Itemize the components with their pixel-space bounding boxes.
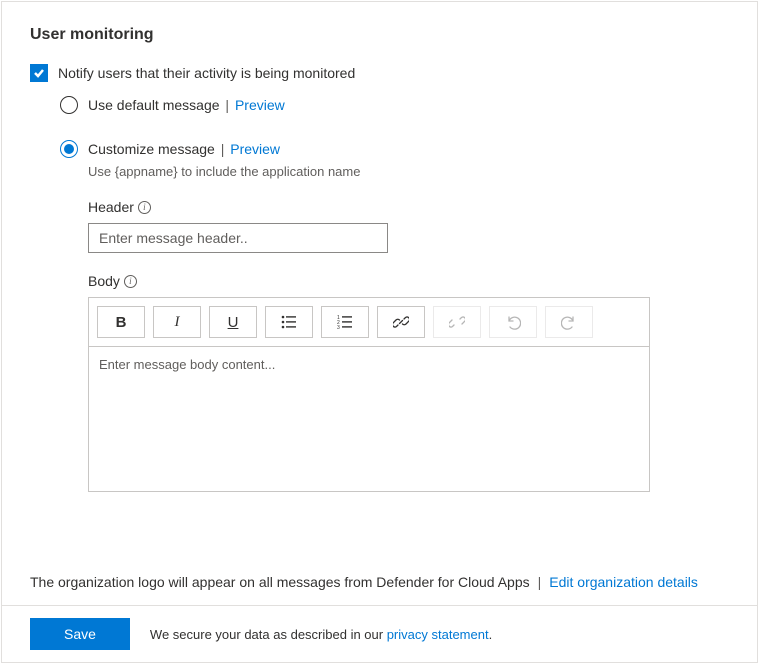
customize-preview-link[interactable]: Preview (230, 141, 280, 157)
default-message-row: Use default message | Preview (60, 96, 729, 114)
link-icon (393, 314, 409, 330)
default-message-label: Use default message (88, 97, 220, 113)
svg-text:3: 3 (337, 325, 340, 330)
radio-dot-icon (64, 144, 74, 154)
user-monitoring-panel: User monitoring Notify users that their … (1, 1, 758, 663)
body-label-text: Body (88, 273, 120, 289)
info-icon[interactable]: i (138, 201, 151, 214)
customize-message-radio[interactable] (60, 140, 78, 158)
notify-label: Notify users that their activity is bein… (58, 65, 355, 81)
link-button[interactable] (377, 306, 425, 338)
numbered-list-icon: 123 (337, 314, 353, 330)
underline-button[interactable]: U (209, 306, 257, 338)
customize-message-row: Customize message | Preview (60, 140, 729, 158)
undo-button (489, 306, 537, 338)
redo-button (545, 306, 593, 338)
underline-icon: U (228, 314, 239, 331)
checkmark-icon (33, 67, 45, 79)
separator: | (538, 574, 542, 590)
default-message-radio[interactable] (60, 96, 78, 114)
undo-icon (505, 314, 521, 330)
org-note-text: The organization logo will appear on all… (30, 574, 530, 590)
separator: | (225, 97, 229, 113)
bold-icon: B (116, 314, 127, 331)
organization-note: The organization logo will appear on all… (30, 574, 729, 590)
italic-button[interactable]: I (153, 306, 201, 338)
edit-organization-link[interactable]: Edit organization details (549, 574, 698, 590)
privacy-statement-link[interactable]: privacy statement (387, 627, 489, 642)
bullet-list-button[interactable] (265, 306, 313, 338)
notify-checkbox[interactable] (30, 64, 48, 82)
notify-checkbox-row: Notify users that their activity is bein… (30, 64, 729, 82)
page-title: User monitoring (30, 26, 729, 44)
message-radio-group: Use default message | Preview Customize … (60, 96, 729, 492)
body-editor[interactable] (88, 347, 650, 492)
privacy-prefix: We secure your data as described in our (150, 627, 387, 642)
info-icon[interactable]: i (124, 275, 137, 288)
header-input[interactable] (88, 223, 388, 253)
footer-bar: Save We secure your data as described in… (2, 605, 757, 662)
privacy-text: We secure your data as described in our … (150, 627, 492, 642)
unlink-icon (449, 314, 465, 330)
save-button[interactable]: Save (30, 618, 130, 650)
privacy-period: . (489, 627, 493, 642)
separator: | (221, 141, 225, 157)
customize-message-label: Customize message (88, 141, 215, 157)
italic-icon: I (175, 314, 180, 331)
numbered-list-button[interactable]: 123 (321, 306, 369, 338)
custom-message-form: Header i Body i B I U 123 (88, 199, 729, 492)
redo-icon (561, 314, 577, 330)
header-label-text: Header (88, 199, 134, 215)
bold-button[interactable]: B (97, 306, 145, 338)
default-preview-link[interactable]: Preview (235, 97, 285, 113)
editor-toolbar: B I U 123 (88, 297, 650, 347)
customize-hint: Use {appname} to include the application… (88, 164, 729, 179)
unlink-button (433, 306, 481, 338)
header-field-label: Header i (88, 199, 729, 215)
body-field-label: Body i (88, 273, 729, 289)
bullet-list-icon (281, 314, 297, 330)
